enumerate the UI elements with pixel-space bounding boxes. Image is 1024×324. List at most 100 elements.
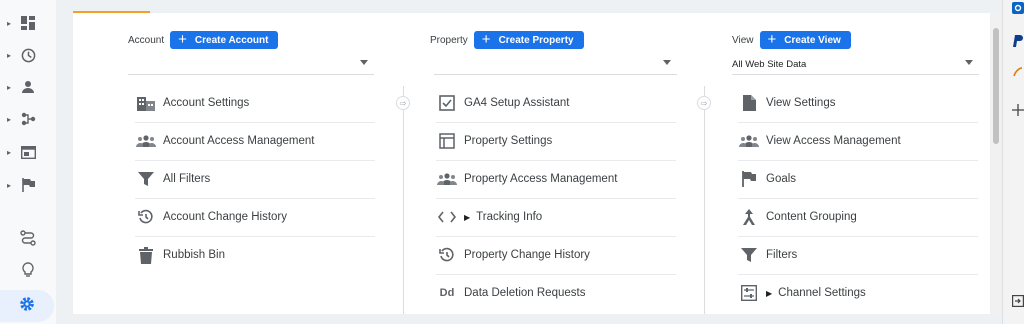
sidebar-toggle-icon[interactable] [1012,295,1024,307]
menu-label: Content Grouping [766,211,857,223]
menu-label: GA4 Setup Assistant [464,97,570,109]
property-label: Property [430,34,468,46]
menu-label: Account Settings [163,97,250,109]
expand-triangle-icon: ▶ [766,288,773,298]
dd-icon: Dd [439,287,455,299]
menu-property-access-management[interactable]: Property Access Management [436,160,676,199]
menu-ga4-setup-assistant[interactable]: GA4 Setup Assistant [436,84,676,123]
menu-label: Account Change History [163,211,288,223]
create-view-label: Create View [784,34,841,46]
expand-triangle-icon: ▶ [464,212,471,222]
property-column-header: Property + Create Property [430,30,584,50]
realtime-clock-icon [19,46,37,64]
checkbox-icon [436,92,458,114]
history-icon [135,206,157,228]
menu-label: Property Settings [464,135,553,147]
expand-caret-icon: ▸ [7,147,12,157]
create-view-button[interactable]: + Create View [759,31,851,49]
plus-icon: + [178,31,187,48]
menu-label: Data Deletion Requests [464,287,586,299]
outlook-icon[interactable] [1012,2,1024,14]
channel-settings-icon [738,282,760,304]
menu-label: All Filters [163,173,211,185]
view-selector[interactable]: All Web Site Data [732,56,979,75]
menu-goals[interactable]: Goals [738,160,978,199]
property-selector[interactable] [434,56,677,75]
nav-behaviour[interactable]: ▸ [0,137,56,167]
nav-discover[interactable] [0,257,56,287]
account-column-header: Account + Create Account [128,30,279,50]
menu-label: Filters [766,249,798,261]
menu-all-filters[interactable]: All Filters [135,160,375,199]
expand-caret-icon: ▸ [7,18,12,28]
nav-realtime[interactable]: ▸ [0,40,56,70]
expand-caret-icon: ▸ [7,114,12,124]
filter-icon [135,168,157,190]
menu-property-change-history[interactable]: Property Change History [436,236,676,275]
content-grouping-icon [738,206,760,228]
menu-label: Channel Settings [778,287,866,299]
menu-label: Goals [766,173,797,185]
menu-label: Account Access Management [163,135,315,147]
menu-rubbish-bin[interactable]: Rubbish Bin [135,236,375,274]
people-icon [135,130,157,152]
code-icon [436,206,458,228]
expand-caret-icon: ▸ [7,50,12,60]
document-icon [738,92,760,114]
filter-icon [738,244,760,266]
nav-home[interactable]: ▸ [0,8,56,38]
nav-admin[interactable] [0,290,54,322]
add-icon[interactable] [1012,104,1024,116]
next-arrow-icon: ⇨ [396,96,410,110]
people-icon [436,168,458,190]
expand-caret-icon: ▸ [7,180,12,190]
create-property-label: Create Property [498,34,574,46]
nav-audience[interactable]: ▸ [0,72,56,102]
flag-icon [738,168,760,190]
view-label: View [732,34,754,46]
menu-filters[interactable]: Filters [738,236,978,275]
menu-account-change-history[interactable]: Account Change History [135,198,375,237]
history-icon [436,244,458,266]
layout-icon [436,130,458,152]
discover-lightbulb-icon [21,261,35,283]
menu-account-settings[interactable]: Account Settings [135,84,375,123]
menu-label: Tracking Info [476,211,543,223]
plus-icon: + [767,31,777,48]
menu-view-access-management[interactable]: View Access Management [738,122,978,161]
conversions-flag-icon [19,176,37,194]
menu-property-settings[interactable]: Property Settings [436,122,676,161]
account-label: Account [128,34,165,46]
left-nav-rail: ▸ ▸ ▸ ▸ ▸ ▸ [0,0,56,324]
menu-data-deletion-requests[interactable]: Dd Data Deletion Requests [436,274,676,312]
menu-account-access-management[interactable]: Account Access Management [135,122,375,161]
scrollbar-thumb[interactable] [993,28,999,144]
create-account-label: Create Account [194,34,269,46]
account-selector[interactable] [128,56,374,75]
column-divider [704,86,705,314]
view-column-header: View + Create View [732,30,851,50]
dropdown-caret-icon [965,60,973,65]
paypal-icon[interactable] [1012,35,1024,47]
menu-label: Rubbish Bin [163,249,226,261]
nav-acquisition[interactable]: ▸ [0,104,56,134]
extension-icon[interactable] [1012,66,1024,78]
people-icon [738,130,760,152]
nav-conversions[interactable]: ▸ [0,170,56,200]
dropdown-caret-icon [663,60,671,65]
create-property-button[interactable]: + Create Property [473,31,584,49]
menu-view-settings[interactable]: View Settings [738,84,978,123]
menu-tracking-info[interactable]: ▶ Tracking Info [436,198,676,237]
acquisition-icon [19,110,37,128]
home-dashboard-icon [19,14,37,32]
menu-channel-settings[interactable]: ▶ Channel Settings [738,274,978,312]
view-selected-value: All Web Site Data [732,59,807,70]
trash-icon [135,244,157,266]
next-arrow-icon: ⇨ [697,96,711,110]
menu-label: Property Access Management [464,173,618,185]
nav-attribution[interactable] [0,225,56,255]
menu-label: Property Change History [464,249,590,261]
menu-content-grouping[interactable]: Content Grouping [738,198,978,237]
audience-person-icon [19,78,37,96]
create-account-button[interactable]: + Create Account [170,31,279,49]
